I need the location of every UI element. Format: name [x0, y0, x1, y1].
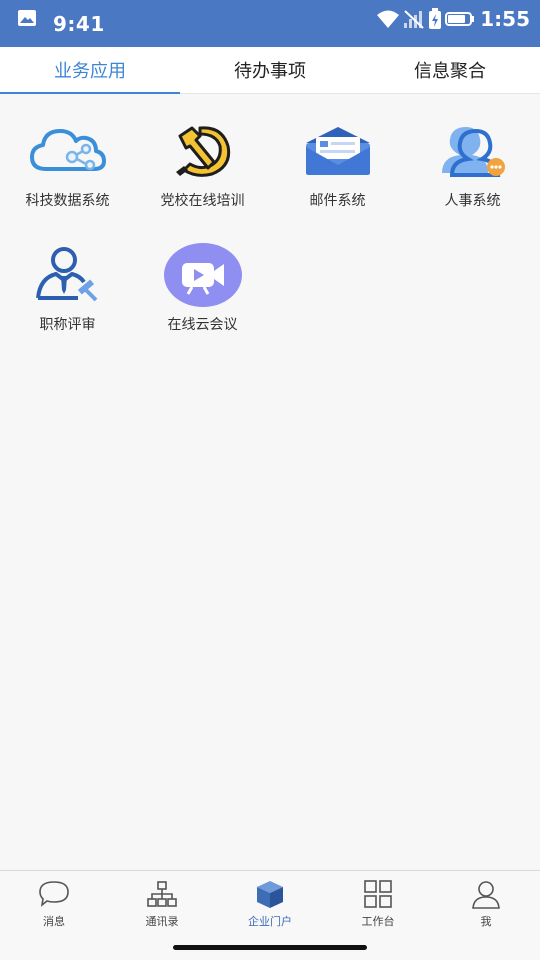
- tab-todo[interactable]: 待办事项: [180, 47, 360, 93]
- status-bar: 9:41 1:55: [0, 0, 540, 47]
- person-chat-icon: [442, 127, 505, 177]
- chat-bubble-icon: [39, 881, 69, 907]
- battery-charging-icon: [429, 8, 442, 29]
- home-indicator[interactable]: [173, 945, 367, 950]
- tab-business-apps[interactable]: 业务应用: [0, 47, 180, 94]
- wifi-icon: [377, 10, 400, 28]
- app-label: 党校在线培训: [160, 193, 245, 209]
- app-label: 科技数据系统: [25, 193, 110, 209]
- nav-workbench[interactable]: 工作台: [324, 877, 432, 928]
- cube-icon: [257, 881, 283, 908]
- app-cloud-meeting[interactable]: 在线云会议: [135, 218, 270, 338]
- tab-bar: 业务应用 待办事项 信息聚合: [0, 47, 540, 94]
- judge-gavel-icon: [36, 247, 98, 302]
- nav-me[interactable]: 我: [432, 877, 540, 928]
- nav-label: 企业门户: [248, 915, 292, 928]
- nav-label: 工作台: [361, 915, 395, 928]
- nav-messages[interactable]: 消息: [0, 877, 108, 928]
- battery-icon: [445, 12, 475, 26]
- app-label: 职称评审: [39, 317, 96, 333]
- hammer-sickle-icon: [176, 126, 231, 177]
- status-time: 9:41: [53, 12, 105, 36]
- photo-icon: [18, 10, 36, 26]
- signal-icon: [404, 10, 424, 29]
- nav-label: 通讯录: [145, 915, 179, 928]
- app-party-school-training[interactable]: 党校在线培训: [135, 94, 270, 214]
- tab-info-aggregation[interactable]: 信息聚合: [360, 47, 540, 93]
- app-hr-system[interactable]: 人事系统: [405, 94, 540, 214]
- nav-label: 我: [480, 915, 492, 928]
- app-mail-system[interactable]: 邮件系统: [270, 94, 405, 214]
- app-label: 在线云会议: [167, 317, 238, 333]
- app-label: 人事系统: [444, 193, 501, 209]
- nav-label: 消息: [43, 915, 65, 928]
- nav-contacts[interactable]: 通讯录: [108, 877, 216, 928]
- status-clock: 1:55: [480, 7, 530, 31]
- org-chart-icon: [147, 881, 177, 907]
- app-label: 邮件系统: [309, 193, 366, 209]
- app-title-review[interactable]: 职称评审: [0, 218, 135, 338]
- user-icon: [472, 881, 500, 909]
- grid-icon: [364, 880, 392, 908]
- app-tech-data-system[interactable]: 科技数据系统: [0, 94, 135, 214]
- video-camera-icon: [164, 243, 242, 307]
- cloud-network-icon: [30, 129, 106, 171]
- nav-enterprise-portal[interactable]: 企业门户: [216, 877, 324, 928]
- envelope-icon: [306, 127, 370, 175]
